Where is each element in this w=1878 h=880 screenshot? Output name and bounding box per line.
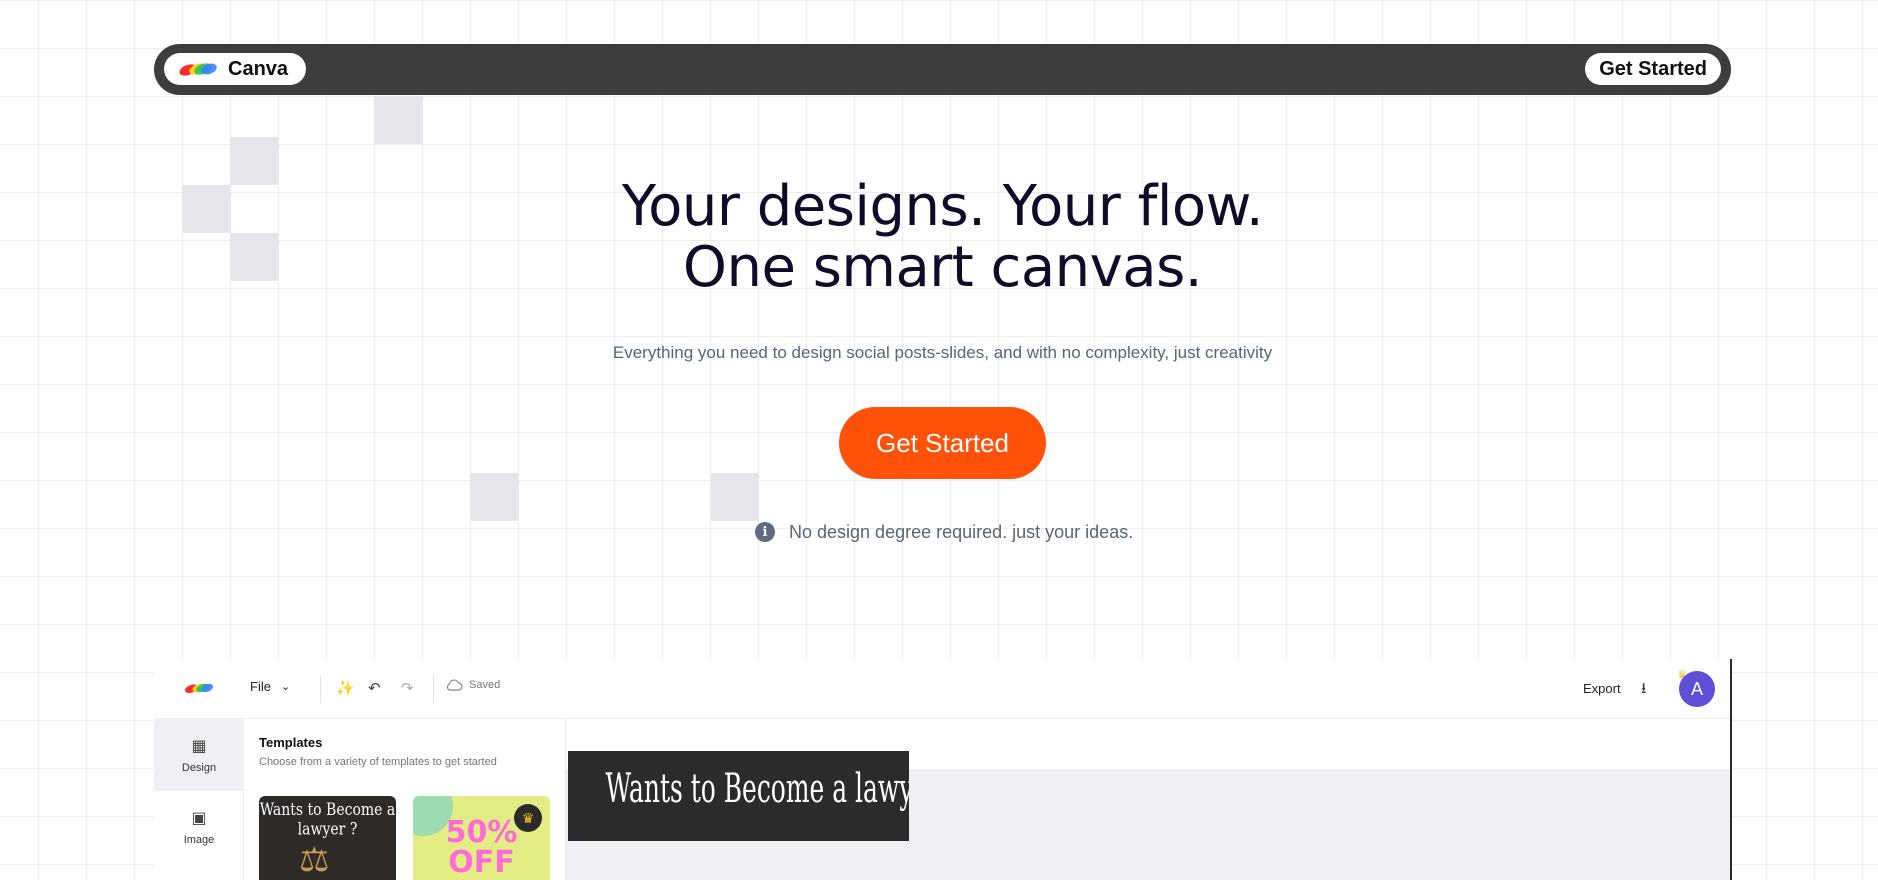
hero-subtitle: Everything you need to design social pos… bbox=[612, 343, 1273, 362]
redo-icon[interactable]: ↷ bbox=[401, 679, 414, 697]
rail-item-label: Image bbox=[183, 834, 215, 846]
editor-side-rail: ▦ Design ▣ Image bbox=[154, 719, 244, 880]
editor-topbar: File ⌄ ✨ ↶ ↷ Saved Export ⭳ ♛ A bbox=[154, 659, 1730, 719]
save-status-text: Saved bbox=[469, 679, 501, 691]
chevron-down-icon: ⌄ bbox=[280, 681, 291, 693]
file-menu[interactable]: File ⌄ bbox=[250, 679, 290, 694]
hero-title: Your designs. Your flow. One smart canva… bbox=[0, 176, 1878, 298]
toolbar-divider bbox=[320, 675, 321, 703]
hero-title-line-2: One smart canvas. bbox=[682, 235, 1203, 300]
editor-preview: File ⌄ ✨ ↶ ↷ Saved Export ⭳ ♛ A ▦ Design… bbox=[154, 659, 1732, 880]
nav-get-started-button[interactable]: Get Started bbox=[1585, 53, 1721, 85]
info-icon: i bbox=[755, 522, 775, 542]
canva-logo-icon bbox=[179, 63, 217, 76]
export-button[interactable]: Export bbox=[1583, 681, 1621, 696]
rail-item-label: Design bbox=[181, 762, 217, 774]
grid-highlight-cell bbox=[711, 473, 759, 521]
rail-item-design[interactable]: ▦ Design bbox=[154, 719, 244, 791]
top-nav: Canva Get Started bbox=[154, 44, 1731, 95]
brand-logo-link[interactable]: Canva bbox=[164, 53, 306, 85]
undo-icon[interactable]: ↶ bbox=[368, 679, 381, 697]
template-card-line-2: OFF bbox=[448, 845, 515, 880]
download-icon[interactable]: ⭳ bbox=[1641, 678, 1646, 703]
template-card-lawyer[interactable]: Wants to Become a lawyer ? ⚖ bbox=[259, 796, 396, 880]
panel-title: Templates bbox=[259, 735, 323, 750]
brand-name: Canva bbox=[228, 57, 289, 80]
crown-icon: ♛ bbox=[514, 804, 542, 832]
template-card-sale[interactable]: 50% OFF ♛ bbox=[413, 796, 550, 880]
panel-subtitle: Choose from a variety of templates to ge… bbox=[259, 756, 497, 768]
grid-highlight-cell bbox=[374, 96, 422, 144]
toolbar-divider bbox=[433, 675, 434, 703]
hero-note: i No design degree required. just your i… bbox=[755, 521, 1133, 543]
template-card-text: Wants to Become a lawyer ? bbox=[259, 800, 396, 840]
image-icon: ▣ bbox=[191, 810, 207, 827]
hero-get-started-button[interactable]: Get Started bbox=[839, 407, 1046, 479]
hero-note-text: No design degree required. just your ide… bbox=[789, 521, 1134, 542]
magic-wand-icon[interactable]: ✨ bbox=[336, 679, 355, 697]
rail-item-image[interactable]: ▣ Image bbox=[154, 791, 244, 863]
hero-title-line-1: Your designs. Your flow. bbox=[621, 174, 1264, 239]
save-status: Saved bbox=[445, 679, 500, 691]
canvas-design-text: Wants to Become a lawyer ? bbox=[605, 764, 909, 812]
cloud-icon bbox=[446, 679, 463, 691]
file-menu-label: File bbox=[250, 679, 271, 694]
canva-logo-icon bbox=[185, 683, 214, 693]
grid-highlight-cell bbox=[470, 473, 518, 521]
templates-panel: Templates Choose from a variety of templ… bbox=[244, 719, 566, 880]
canvas-design-card[interactable]: Wants to Become a lawyer ? bbox=[568, 751, 909, 841]
scales-icon: ⚖ bbox=[299, 841, 330, 879]
layout-icon: ▦ bbox=[191, 738, 207, 755]
avatar[interactable]: A bbox=[1679, 671, 1715, 707]
